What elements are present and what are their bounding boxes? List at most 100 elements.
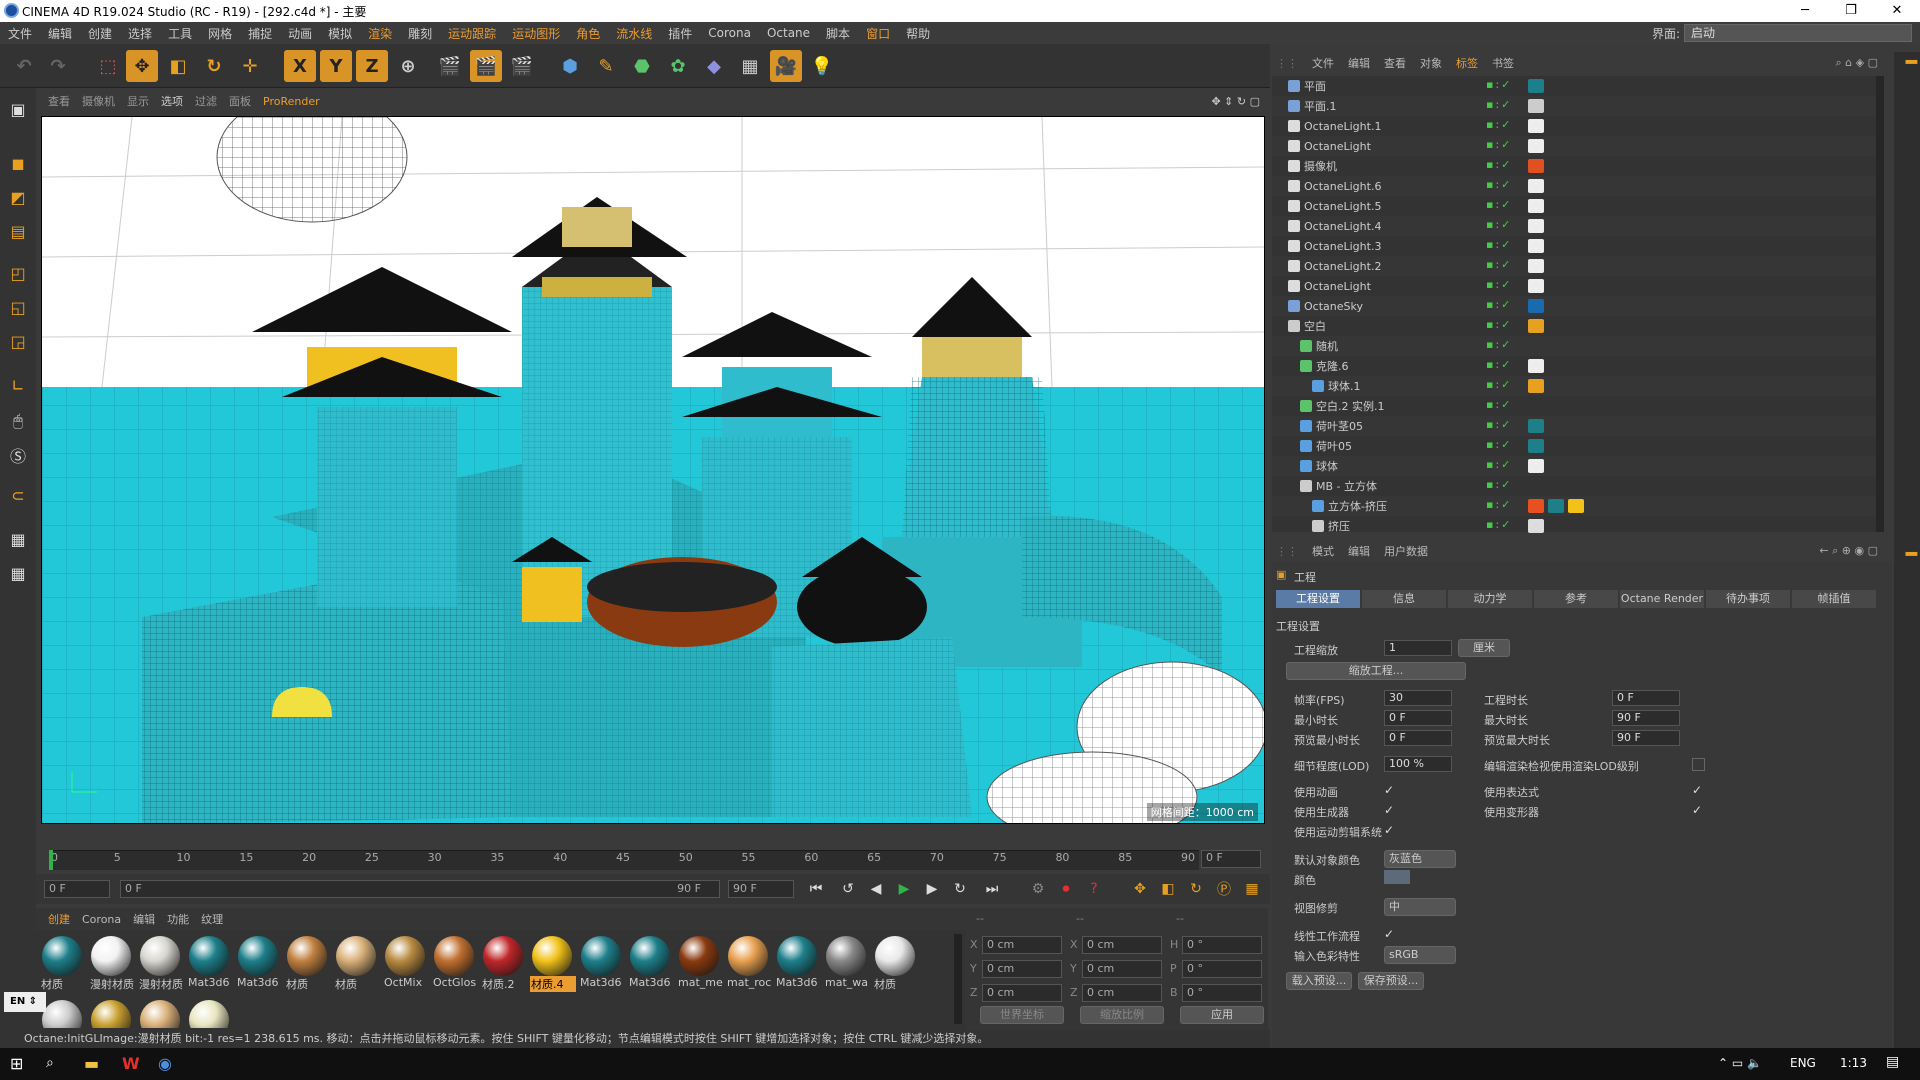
render-picture-viewer-icon[interactable]: 🎬	[470, 50, 502, 82]
edges-mode-icon[interactable]: ◱	[3, 292, 33, 322]
vp-menu-camera[interactable]: 摄像机	[82, 93, 115, 109]
make-editable-icon[interactable]: ▣	[3, 94, 33, 124]
attr-nav-icons[interactable]: ← ⌕ ⊕ ◉ ▢	[1819, 544, 1878, 558]
deformer-icon[interactable]: ◆	[698, 50, 730, 82]
render-settings-icon[interactable]: 🎬	[506, 50, 538, 82]
material-item[interactable]: 材质	[334, 934, 378, 994]
obj-menu-bookmarks[interactable]: 书签	[1492, 55, 1514, 71]
min-time-field[interactable]: 0 F	[1384, 710, 1452, 726]
visibility-toggles[interactable]: ▪:✓	[1486, 318, 1530, 334]
material-scrollbar[interactable]	[954, 934, 962, 1024]
search-icon[interactable]: ⌕	[46, 1055, 54, 1071]
axis-x-button[interactable]: X	[284, 50, 316, 82]
material-item[interactable]: Mat3d6	[579, 934, 623, 994]
menu-mesh[interactable]: 网格	[200, 25, 240, 42]
windows-start-icon[interactable]: ⊞	[10, 1056, 26, 1072]
object-row[interactable]: 荷叶茎05 ▪:✓	[1272, 416, 1884, 436]
magnet-icon[interactable]: ⊂	[3, 480, 33, 510]
tweak-icon[interactable]: 🖱	[3, 406, 33, 436]
object-tag-icon[interactable]	[1528, 259, 1544, 273]
material-item[interactable]: 漫射材质	[89, 934, 134, 994]
apply-button[interactable]: 应用	[1180, 1006, 1264, 1024]
pen-spline-icon[interactable]: ✎	[590, 50, 622, 82]
menu-snap[interactable]: 捕捉	[240, 25, 280, 42]
use-expressions-checkbox[interactable]: ✓	[1692, 784, 1705, 797]
preview-min-field[interactable]: 0 F	[1384, 730, 1452, 746]
prev-frame-icon[interactable]: ◀	[864, 878, 888, 900]
menu-animate[interactable]: 动画	[280, 25, 320, 42]
obj-menu-edit[interactable]: 编辑	[1348, 55, 1370, 71]
tab-frame-interpolation[interactable]: 帧插值	[1792, 590, 1876, 608]
vp-menu-options[interactable]: 选项	[161, 93, 183, 109]
planar-workplane-icon[interactable]: ▦	[3, 558, 33, 588]
key-scale-icon[interactable]: ◧	[1156, 878, 1180, 900]
obj-menu-view[interactable]: 查看	[1384, 55, 1406, 71]
object-tag-icon[interactable]	[1528, 319, 1544, 333]
object-tag-icon[interactable]	[1528, 499, 1544, 513]
record-keys-icon[interactable]: ⚙	[1026, 878, 1050, 900]
use-deformers-checkbox[interactable]: ✓	[1692, 804, 1705, 817]
menu-help[interactable]: 帮助	[898, 25, 938, 42]
restore-button[interactable]: ❐	[1828, 0, 1874, 22]
side-tab-attributes[interactable]: ▌	[1898, 552, 1916, 560]
coordinate-system-icon[interactable]: ⊕	[392, 50, 424, 82]
material-item[interactable]: Mat3d6	[187, 934, 231, 994]
use-generators-checkbox[interactable]: ✓	[1384, 804, 1397, 817]
record-icon[interactable]: ⏺	[1054, 878, 1078, 900]
object-row[interactable]: 平面.1 ▪:✓	[1272, 96, 1884, 116]
obj-menu-tags[interactable]: 标签	[1456, 55, 1478, 71]
object-row[interactable]: OctaneSky ▪:✓	[1272, 296, 1884, 316]
object-row[interactable]: OctaneLight.1 ▪:✓	[1272, 116, 1884, 136]
object-tag-icon[interactable]	[1528, 419, 1544, 433]
coord-field[interactable]: 0 °	[1182, 984, 1262, 1002]
menu-window[interactable]: 窗口	[858, 25, 898, 42]
attr-menu-userdata[interactable]: 用户数据	[1384, 543, 1428, 559]
object-tag-icon[interactable]	[1528, 79, 1544, 93]
goto-end-icon[interactable]: ⏭	[980, 878, 1004, 900]
material-item[interactable]: 材质	[285, 934, 329, 994]
scale-field[interactable]: 1	[1384, 640, 1452, 656]
render-view-icon[interactable]: 🎬	[434, 50, 466, 82]
object-tag-icon[interactable]	[1528, 299, 1544, 313]
coord-field[interactable]: 0 cm	[1082, 984, 1162, 1002]
key-param-icon[interactable]: Ⓟ	[1212, 878, 1236, 900]
texture-mode-icon[interactable]: ◩	[3, 182, 33, 212]
object-row[interactable]: OctaneLight ▪:✓	[1272, 136, 1884, 156]
mat-menu-corona[interactable]: Corona	[82, 913, 121, 926]
language-badge[interactable]: EN ⇕	[4, 992, 46, 1012]
preview-range-slider[interactable]: 0 F 90 F	[120, 880, 720, 898]
key-pla-icon[interactable]: ▦	[1240, 878, 1264, 900]
view-clipping-dropdown[interactable]: 中	[1384, 898, 1456, 916]
prev-key-icon[interactable]: ↺	[836, 878, 860, 900]
visibility-toggles[interactable]: ▪:✓	[1486, 98, 1530, 114]
object-tag-icon[interactable]	[1528, 139, 1544, 153]
visibility-toggles[interactable]: ▪:✓	[1486, 418, 1530, 434]
visibility-toggles[interactable]: ▪:✓	[1486, 438, 1530, 454]
vp-menu-panel[interactable]: 面板	[229, 93, 251, 109]
object-row[interactable]: 摄像机 ▪:✓	[1272, 156, 1884, 176]
tab-todo[interactable]: 待办事项	[1706, 590, 1790, 608]
coord-field[interactable]: 0 cm	[1082, 936, 1162, 954]
material-item[interactable]: Mat3d6	[628, 934, 672, 994]
visibility-toggles[interactable]: ▪:✓	[1486, 258, 1530, 274]
workplane-icon[interactable]: ▤	[3, 216, 33, 246]
menu-sculpt[interactable]: 雕刻	[400, 25, 440, 42]
visibility-toggles[interactable]: ▪:✓	[1486, 178, 1530, 194]
menu-create[interactable]: 创建	[80, 25, 120, 42]
viewport-nav-icon[interactable]: ✥ ⇕ ↻ ▢	[1211, 95, 1260, 108]
autokey-icon[interactable]: ?	[1082, 878, 1106, 900]
subdivision-icon[interactable]: ⬣	[626, 50, 658, 82]
object-tag-icon[interactable]	[1528, 459, 1544, 473]
object-row[interactable]: 球体 ▪:✓	[1272, 456, 1884, 476]
scale-mode-dropdown[interactable]: 缩放比例	[1080, 1006, 1164, 1024]
object-row[interactable]: OctaneLight.2 ▪:✓	[1272, 256, 1884, 276]
render-lod-checkbox[interactable]	[1692, 758, 1705, 771]
menu-plugins[interactable]: 插件	[660, 25, 700, 42]
object-scrollbar[interactable]	[1876, 76, 1884, 532]
fps-field[interactable]: 30	[1384, 690, 1452, 706]
visibility-toggles[interactable]: ▪:✓	[1486, 398, 1530, 414]
rotate-tool-icon[interactable]: ↻	[198, 50, 230, 82]
visibility-toggles[interactable]: ▪:✓	[1486, 478, 1530, 494]
object-row[interactable]: 平面 ▪:✓	[1272, 76, 1884, 96]
object-tag-icon[interactable]	[1528, 199, 1544, 213]
